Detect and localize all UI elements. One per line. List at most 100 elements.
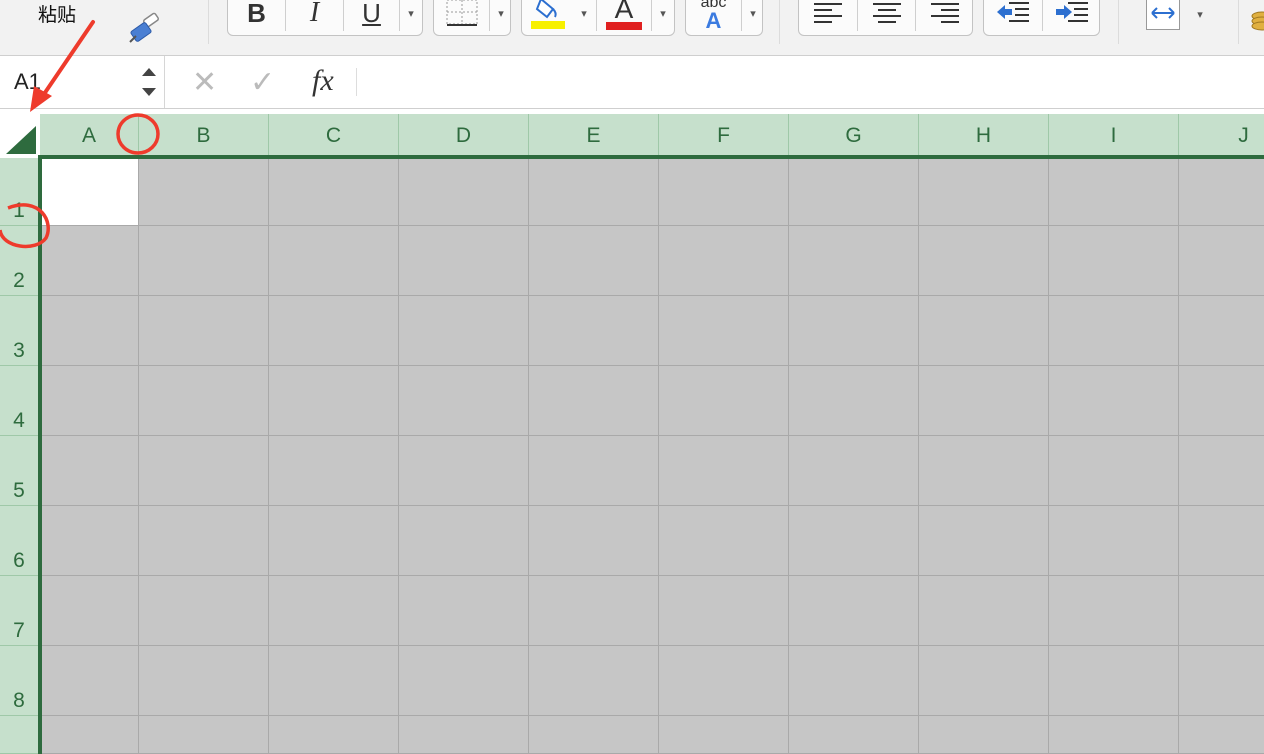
phonetic-button[interactable]: abc A bbox=[686, 0, 741, 32]
increase-indent-button[interactable] bbox=[1043, 0, 1101, 31]
cell-J6[interactable] bbox=[1179, 506, 1264, 576]
insert-function-button[interactable]: fx bbox=[312, 64, 334, 98]
cell-D1[interactable] bbox=[399, 158, 529, 226]
cell-G2[interactable] bbox=[789, 226, 919, 296]
cell-A2[interactable] bbox=[40, 226, 139, 296]
cell-G4[interactable] bbox=[789, 366, 919, 436]
cell-H7[interactable] bbox=[919, 576, 1049, 646]
cell-F4[interactable] bbox=[659, 366, 789, 436]
cell-C6[interactable] bbox=[269, 506, 399, 576]
cell-partial[interactable] bbox=[919, 716, 1049, 754]
cell-B1[interactable] bbox=[139, 158, 269, 226]
cell-J8[interactable] bbox=[1179, 646, 1264, 716]
cell-J7[interactable] bbox=[1179, 576, 1264, 646]
bold-button[interactable]: B bbox=[228, 0, 285, 31]
cell-G5[interactable] bbox=[789, 436, 919, 506]
row-header-8[interactable]: 8 bbox=[0, 646, 38, 716]
cell-E8[interactable] bbox=[529, 646, 659, 716]
cell-B5[interactable] bbox=[139, 436, 269, 506]
row-header-7[interactable]: 7 bbox=[0, 576, 38, 646]
cell-B8[interactable] bbox=[139, 646, 269, 716]
cell-I1[interactable] bbox=[1049, 158, 1179, 226]
column-header-A[interactable]: A bbox=[40, 114, 139, 158]
coins-icon[interactable] bbox=[1250, 10, 1264, 32]
cell-I6[interactable] bbox=[1049, 506, 1179, 576]
cell-partial[interactable] bbox=[1179, 716, 1264, 754]
cell-F7[interactable] bbox=[659, 576, 789, 646]
cell-A3[interactable] bbox=[40, 296, 139, 366]
cell-H1[interactable] bbox=[919, 158, 1049, 226]
row-header-1[interactable]: 1 bbox=[0, 158, 38, 226]
column-header-B[interactable]: B bbox=[139, 114, 269, 158]
cell-G1[interactable] bbox=[789, 158, 919, 226]
format-painter-button[interactable] bbox=[124, 12, 164, 48]
cell-J5[interactable] bbox=[1179, 436, 1264, 506]
cell-I4[interactable] bbox=[1049, 366, 1179, 436]
cell-I8[interactable] bbox=[1049, 646, 1179, 716]
cell-F8[interactable] bbox=[659, 646, 789, 716]
cell-E2[interactable] bbox=[529, 226, 659, 296]
font-color-button[interactable]: A bbox=[597, 0, 651, 31]
cell-partial[interactable] bbox=[529, 716, 659, 754]
cell-H3[interactable] bbox=[919, 296, 1049, 366]
cell-I7[interactable] bbox=[1049, 576, 1179, 646]
column-width-dropdown[interactable]: ▾ bbox=[1190, 0, 1210, 28]
cell-G7[interactable] bbox=[789, 576, 919, 646]
cell-partial[interactable] bbox=[659, 716, 789, 754]
cell-A5[interactable] bbox=[40, 436, 139, 506]
row-header-3[interactable]: 3 bbox=[0, 296, 38, 366]
cell-C5[interactable] bbox=[269, 436, 399, 506]
underline-button[interactable]: U bbox=[344, 0, 399, 31]
column-header-J[interactable]: J bbox=[1179, 114, 1264, 158]
cell-E1[interactable] bbox=[529, 158, 659, 226]
cell-J1[interactable] bbox=[1179, 158, 1264, 226]
cell-G8[interactable] bbox=[789, 646, 919, 716]
cell-F3[interactable] bbox=[659, 296, 789, 366]
cell-partial[interactable] bbox=[789, 716, 919, 754]
confirm-formula-button[interactable]: ✓ bbox=[250, 65, 275, 100]
cell-F5[interactable] bbox=[659, 436, 789, 506]
cell-partial[interactable] bbox=[139, 716, 269, 754]
phonetic-dropdown[interactable]: ▾ bbox=[742, 0, 764, 31]
cell-F1[interactable] bbox=[659, 158, 789, 226]
cell-partial[interactable] bbox=[1049, 716, 1179, 754]
cell-A6[interactable] bbox=[40, 506, 139, 576]
cell-partial[interactable] bbox=[399, 716, 529, 754]
cell-D8[interactable] bbox=[399, 646, 529, 716]
cell-G6[interactable] bbox=[789, 506, 919, 576]
cell-D7[interactable] bbox=[399, 576, 529, 646]
name-box-input[interactable] bbox=[12, 68, 131, 96]
align-left-button[interactable] bbox=[799, 0, 857, 31]
cancel-formula-button[interactable]: ✕ bbox=[192, 65, 217, 100]
decrease-indent-button[interactable] bbox=[984, 0, 1042, 31]
cell-C8[interactable] bbox=[269, 646, 399, 716]
cell-I2[interactable] bbox=[1049, 226, 1179, 296]
cell-C7[interactable] bbox=[269, 576, 399, 646]
cell-H4[interactable] bbox=[919, 366, 1049, 436]
cell-J2[interactable] bbox=[1179, 226, 1264, 296]
cell-A7[interactable] bbox=[40, 576, 139, 646]
cell-F2[interactable] bbox=[659, 226, 789, 296]
formula-input[interactable] bbox=[366, 68, 1250, 98]
cell-G3[interactable] bbox=[789, 296, 919, 366]
cell-H2[interactable] bbox=[919, 226, 1049, 296]
cell-H5[interactable] bbox=[919, 436, 1049, 506]
column-header-C[interactable]: C bbox=[269, 114, 399, 158]
cell-E3[interactable] bbox=[529, 296, 659, 366]
cell-E7[interactable] bbox=[529, 576, 659, 646]
cell-I3[interactable] bbox=[1049, 296, 1179, 366]
cell-A1[interactable] bbox=[40, 158, 139, 226]
row-header-2[interactable]: 2 bbox=[0, 226, 38, 296]
cell-D3[interactable] bbox=[399, 296, 529, 366]
fill-color-dropdown[interactable]: ▾ bbox=[573, 0, 595, 31]
paste-label[interactable]: 粘贴 bbox=[38, 0, 76, 27]
column-header-G[interactable]: G bbox=[789, 114, 919, 158]
align-center-button[interactable] bbox=[858, 0, 915, 31]
cell-C3[interactable] bbox=[269, 296, 399, 366]
borders-button[interactable] bbox=[434, 0, 489, 31]
cell-B4[interactable] bbox=[139, 366, 269, 436]
cell-J3[interactable] bbox=[1179, 296, 1264, 366]
cell-C2[interactable] bbox=[269, 226, 399, 296]
row-header-4[interactable]: 4 bbox=[0, 366, 38, 436]
font-color-dropdown[interactable]: ▾ bbox=[652, 0, 674, 31]
